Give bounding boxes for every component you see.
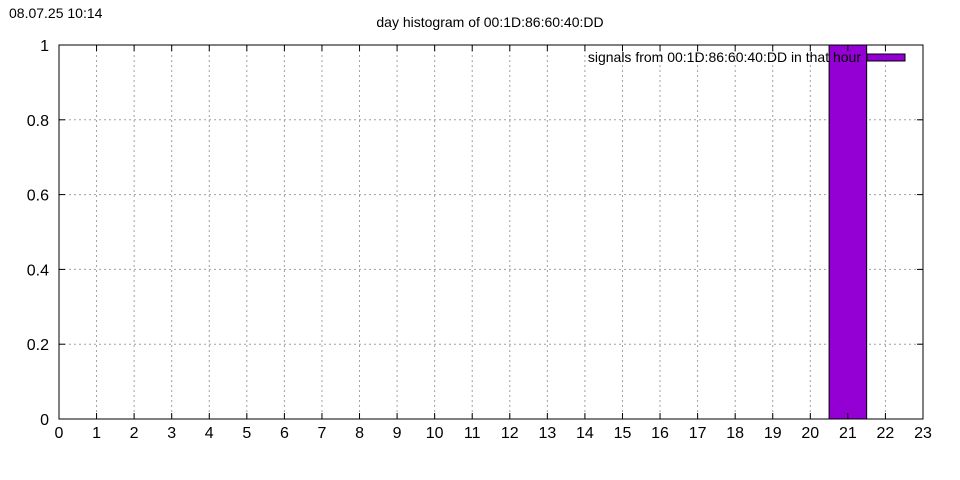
x-tick-label-14: 14 [576,425,594,442]
y-tick-label-4: 0.8 [27,113,49,130]
legend-swatch [866,53,906,62]
x-tick-labels: 0 1 2 3 4 5 6 7 8 9 10 11 12 13 14 15 16 17 18 19 20 21 22 23 [55,425,932,442]
x-tick-label-22: 22 [877,425,895,442]
x-tick-label-2: 2 [130,425,139,442]
tick-marks [58,44,924,420]
x-tick-label-13: 13 [538,425,556,442]
x-tick-label-17: 17 [689,425,707,442]
y-tick-label-0: 0 [40,412,49,429]
x-tick-label-9: 9 [393,425,402,442]
x-tick-label-19: 19 [764,425,782,442]
x-tick-label-20: 20 [801,425,819,442]
x-tick-label-3: 3 [167,425,176,442]
x-tick-label-5: 5 [242,425,251,442]
chart: 08.07.25 10:14 day histogram of 00:1D:86… [9,5,932,442]
x-tick-label-16: 16 [651,425,669,442]
x-tick-label-11: 11 [464,425,481,442]
x-tick-label-1: 1 [92,425,101,442]
x-tick-label-18: 18 [726,425,744,442]
timestamp: 08.07.25 10:14 [9,5,103,21]
y-tick-label-3: 0.6 [27,188,49,205]
y-tick-label-5: 1 [40,38,49,55]
x-tick-label-4: 4 [205,425,214,442]
x-tick-label-23: 23 [914,425,932,442]
x-tick-label-15: 15 [614,425,632,442]
bars [828,44,868,420]
grid [59,45,923,419]
x-tick-label-12: 12 [501,425,519,442]
bar-0-0 [828,44,868,420]
plot-frame [58,44,924,420]
x-tick-label-21: 21 [839,425,857,442]
x-tick-label-6: 6 [280,425,289,442]
x-tick-label-0: 0 [55,425,64,442]
y-tick-labels: 0 0.2 0.4 0.6 0.8 1 [27,38,49,429]
x-tick-label-7: 7 [318,425,327,442]
y-tick-label-1: 0.2 [27,337,49,354]
x-tick-label-8: 8 [355,425,364,442]
chart-title: day histogram of 00:1D:86:60:40:DD [376,14,603,30]
y-tick-label-2: 0.4 [27,262,49,279]
legend: signals from 00:1D:86:60:40:DD in that h… [588,49,906,65]
x-tick-label-10: 10 [426,425,444,442]
legend-label: signals from 00:1D:86:60:40:DD in that h… [588,49,861,65]
